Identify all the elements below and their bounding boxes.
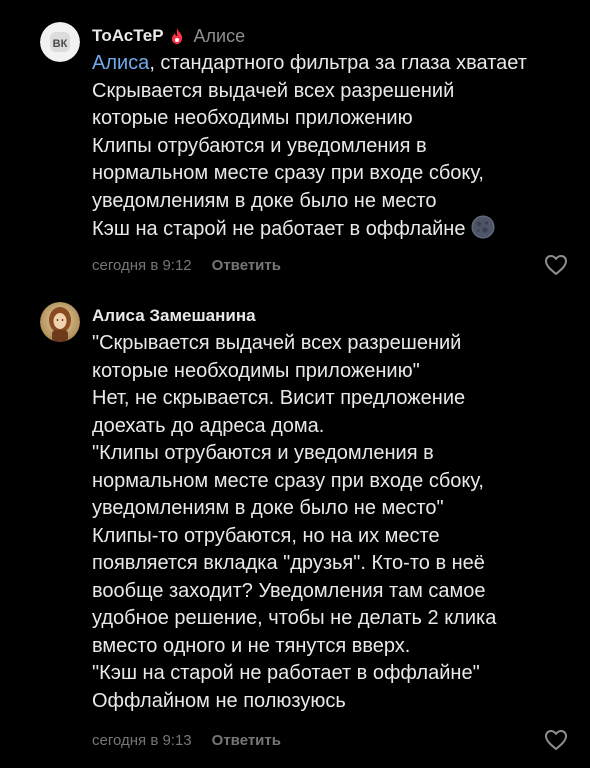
like-button[interactable]: [544, 729, 568, 751]
comment-line: уведомлениям в доке было не место": [92, 497, 444, 519]
comment-meta: сегодня в 9:13 Ответить: [92, 730, 281, 750]
comment: ВК ТоАсТеР Алисе Алиса, стандартного фил…: [0, 0, 590, 290]
comment-line: уведомлениям в доке было не место: [92, 189, 437, 212]
comment-line: "Скрывается выдачей всех разрешений: [92, 332, 462, 354]
comment-meta: сегодня в 9:12 Ответить: [92, 255, 281, 275]
new-moon-emoji-icon: [471, 215, 495, 239]
comment-line: Клипы отрубаются и уведомления в: [92, 134, 427, 157]
author-name[interactable]: Алиса Замешанина: [92, 306, 256, 326]
heart-outline-icon: [545, 730, 567, 750]
comment-line-text: Кэш на старой не работает в оффлайне: [92, 218, 466, 240]
comment-line: удобное решение, чтобы не делать 2 клика: [92, 607, 497, 629]
timestamp: сегодня в 9:12: [92, 256, 192, 274]
comment-line: которые необходимы приложению: [92, 107, 413, 129]
flame-icon: [170, 28, 184, 44]
comment-line-text: , стандартного фильтра за глаза хватает: [149, 52, 527, 74]
like-button[interactable]: [544, 254, 568, 276]
comment-text: Алиса, стандартного фильтра за глаза хва…: [92, 50, 572, 244]
comment-line: Клипы-то отрубаются, но на их месте: [92, 524, 440, 547]
comment-line: доехать до адреса дома.: [92, 414, 325, 437]
comment-line: вообще заходит? Уведомления там самое: [92, 579, 486, 602]
comment-line: "Кэш на старой не работает в оффлайне": [92, 662, 480, 684]
avatar[interactable]: [40, 302, 80, 342]
comment-line: которые необходимы приложению": [92, 359, 420, 382]
reply-to-name[interactable]: Алисе: [194, 26, 246, 47]
comment-text: "Скрывается выдачей всех разрешений кото…: [92, 330, 572, 715]
author-name[interactable]: ТоАсТеР: [92, 26, 164, 46]
reply-button[interactable]: Ответить: [212, 257, 281, 274]
comment-line: Скрывается выдачей всех разрешений: [92, 79, 455, 102]
comment-line: Алиса, стандартного фильтра за глаза хва…: [92, 50, 572, 78]
comment-line: Оффлайном не полюзуюсь: [92, 689, 346, 712]
comment-line: Нет, не скрывается. Висит предложение: [92, 387, 466, 409]
comment-line: "Клипы отрубаются и уведомления в: [92, 442, 434, 464]
comment-line: Кэш на старой не работает в оффлайне: [92, 215, 572, 244]
heart-outline-icon: [545, 255, 567, 275]
mention-link[interactable]: Алиса: [92, 52, 149, 74]
comment-line: нормальном месте сразу при входе сбоку,: [92, 162, 484, 184]
timestamp: сегодня в 9:13: [92, 731, 192, 749]
avatar[interactable]: ВК: [40, 22, 80, 62]
comment-line: нормальном месте сразу при входе сбоку,: [92, 469, 484, 492]
reply-button[interactable]: Ответить: [212, 732, 281, 749]
comment-line: появляется вкладка "друзья". Кто-то в не…: [92, 552, 485, 574]
comment-header: ТоАсТеР Алисе: [92, 24, 245, 48]
avatar-logo-text: ВК: [53, 38, 68, 50]
comment-header: Алиса Замешанина: [92, 304, 256, 328]
comment-line: вместо одного и не тянутся вверх.: [92, 634, 411, 657]
comment: Алиса Замешанина "Скрывается выдачей все…: [0, 290, 590, 768]
